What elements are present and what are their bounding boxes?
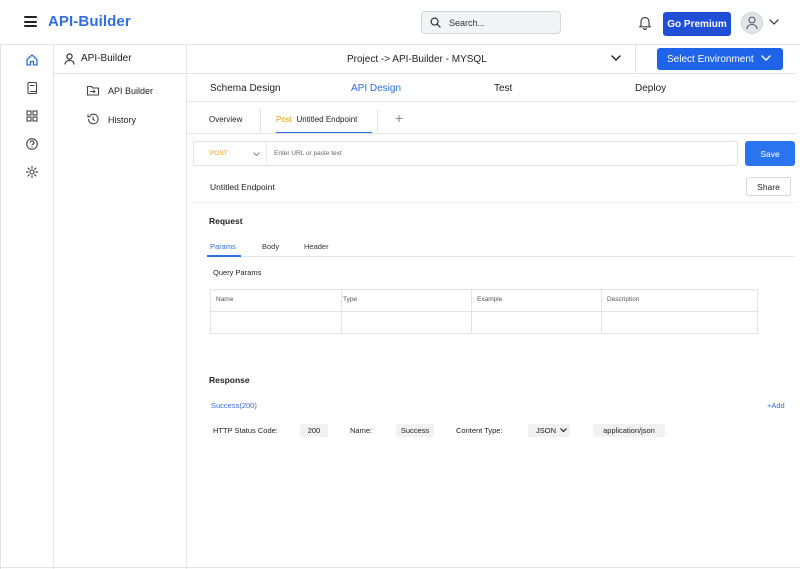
response-section-title: Response xyxy=(209,375,250,385)
search-icon xyxy=(430,17,441,28)
chevron-down-icon[interactable] xyxy=(769,19,779,25)
tab-header[interactable]: Header xyxy=(304,242,329,251)
column-header-type: Type xyxy=(343,296,358,303)
go-premium-button[interactable]: Go Premium xyxy=(663,12,731,36)
response-success-tab[interactable]: Success(200) xyxy=(211,401,257,410)
project-title: Project -> API-Builder - MYSQL xyxy=(347,54,487,65)
app-brand[interactable]: API-Builder xyxy=(48,13,131,30)
sidebar-title: API-Builder xyxy=(81,53,132,64)
select-environment-button[interactable]: Select Environment xyxy=(657,48,783,70)
divider xyxy=(377,109,378,134)
select-environment-label: Select Environment xyxy=(667,53,754,65)
column-header-example: Example xyxy=(477,296,503,303)
divider xyxy=(192,202,797,203)
tab-deploy[interactable]: Deploy xyxy=(635,83,666,94)
active-tab-indicator xyxy=(207,255,241,257)
sidebar-item-label: History xyxy=(108,115,137,125)
chevron-down-icon xyxy=(253,152,260,156)
column-header-name: Name xyxy=(216,296,234,303)
active-tab-indicator xyxy=(276,132,372,133)
search-input[interactable] xyxy=(449,15,554,31)
hamburger-menu-icon[interactable] xyxy=(24,16,37,27)
search-box[interactable] xyxy=(421,11,561,34)
main-tabs: Schema Design API Design Test Deploy xyxy=(187,74,797,102)
help-icon[interactable] xyxy=(25,137,39,151)
request-tabs: Params Body Header xyxy=(207,237,795,257)
query-params-label: Query Params xyxy=(213,268,262,277)
response-name-field[interactable]: Success xyxy=(396,424,434,437)
project-bar: Project -> API-Builder - MYSQL Select En… xyxy=(187,45,797,74)
tab-overview[interactable]: Overview xyxy=(209,115,242,124)
home-icon[interactable] xyxy=(25,53,39,67)
endpoint-name[interactable]: Untitled Endpoint xyxy=(210,182,275,192)
param-name-cell[interactable] xyxy=(211,313,341,333)
http-method-value: POST xyxy=(210,150,228,157)
folder-import-icon xyxy=(86,85,100,96)
response-name-label: Name: xyxy=(350,426,373,435)
table-header-row: Name Type Example Description xyxy=(211,290,757,312)
column-header-description: Description xyxy=(607,296,640,303)
notification-bell-icon[interactable] xyxy=(638,15,652,30)
add-tab-icon[interactable]: + xyxy=(395,111,403,125)
save-button[interactable]: Save xyxy=(745,141,795,166)
user-avatar[interactable] xyxy=(741,12,763,34)
param-type-cell[interactable] xyxy=(342,313,471,333)
divider xyxy=(635,45,636,74)
project-sidebar: API-Builder API Builder History xyxy=(54,45,187,569)
book-icon[interactable] xyxy=(25,81,39,95)
chevron-down-icon xyxy=(761,55,771,61)
query-params-table: Name Type Example Description xyxy=(210,289,758,334)
sidebar-header: API-Builder xyxy=(54,45,187,74)
history-icon xyxy=(87,113,99,125)
user-icon xyxy=(64,53,75,65)
share-button[interactable]: Share xyxy=(746,177,791,196)
endpoint-tab-label: Untitled Endpoint xyxy=(296,115,358,124)
mime-type-field[interactable]: application/json xyxy=(593,424,665,437)
content-type-select[interactable]: JSON xyxy=(528,424,570,437)
content-type-value: JSON xyxy=(536,426,557,435)
sidebar-item-label: API Builder xyxy=(108,86,154,96)
top-bar: API-Builder Go Premium xyxy=(0,0,800,45)
url-input[interactable] xyxy=(274,146,729,161)
content-type-label: Content Type: xyxy=(456,426,503,435)
request-section-title: Request xyxy=(209,216,243,226)
tab-schema-design[interactable]: Schema Design xyxy=(210,83,281,94)
chevron-down-icon[interactable] xyxy=(611,55,621,61)
tab-test[interactable]: Test xyxy=(494,83,512,94)
divider xyxy=(260,109,261,134)
status-code-field[interactable]: 200 xyxy=(300,424,328,437)
request-url-bar: POST xyxy=(193,141,738,166)
tab-api-design[interactable]: API Design xyxy=(351,83,401,94)
status-code-label: HTTP Status Code: xyxy=(213,426,278,435)
tab-body[interactable]: Body xyxy=(262,242,279,251)
user-icon xyxy=(746,16,758,30)
tab-params[interactable]: Params xyxy=(210,242,236,251)
chevron-down-icon xyxy=(560,428,567,432)
http-method-select[interactable]: POST xyxy=(194,142,267,165)
icon-rail xyxy=(0,45,54,569)
grid-icon[interactable] xyxy=(25,109,39,123)
add-response-link[interactable]: +Add xyxy=(767,401,785,410)
endpoint-tabs: Overview Post Untitled Endpoint + xyxy=(187,102,797,134)
divider xyxy=(0,567,800,568)
tab-endpoint[interactable]: Post Untitled Endpoint xyxy=(276,115,357,124)
endpoint-method-label: Post xyxy=(276,115,293,124)
param-description-cell[interactable] xyxy=(602,313,757,333)
param-example-cell[interactable] xyxy=(472,313,601,333)
settings-icon[interactable] xyxy=(25,165,39,179)
